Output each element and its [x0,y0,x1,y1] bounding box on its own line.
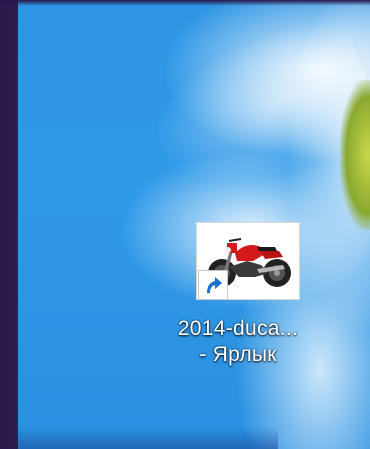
desktop-background[interactable]: 2014-duca... - Ярлык [0,0,370,449]
shortcut-label[interactable]: 2014-duca... - Ярлык [168,316,308,368]
wallpaper-petal [132,6,370,214]
wallpaper-flower-center [340,80,370,230]
shortcut-label-line2: - Ярлык [199,343,277,366]
bottom-edge-strip [18,427,278,449]
desktop-shortcut[interactable]: 2014-duca... - Ярлык [168,222,308,382]
left-edge-bar [0,0,18,449]
shortcut-label-line1: 2014-duca... [177,317,299,340]
shortcut-arrow-icon [198,270,228,300]
top-edge-strip [0,0,370,6]
